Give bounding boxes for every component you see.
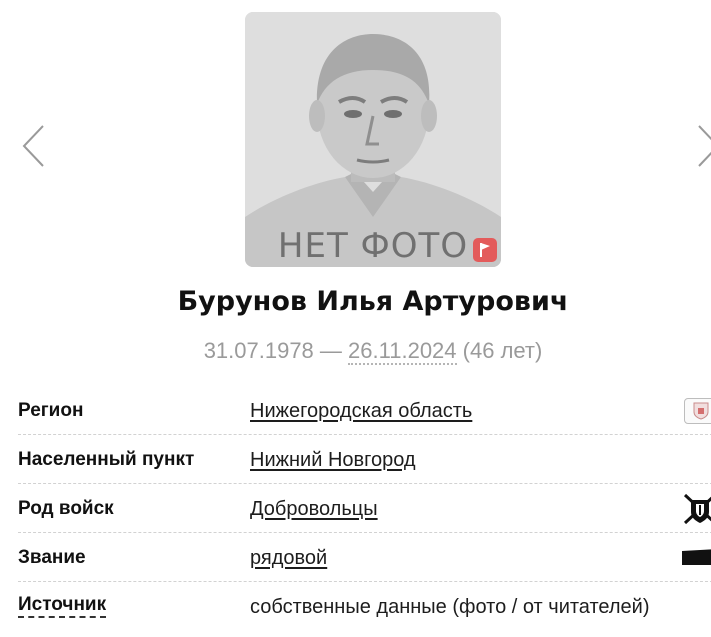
chevron-right-icon — [698, 125, 711, 167]
source-label[interactable]: Источник — [18, 594, 107, 618]
next-arrow-button[interactable] — [696, 124, 711, 168]
troops-row: Род войск Добровольцы — [18, 484, 711, 533]
life-dates: 31.07.1978 — 26.11.2024 (46 лет) — [0, 336, 711, 366]
region-row: Регион Нижегородская область — [18, 386, 711, 435]
date-separator: — — [319, 338, 342, 363]
rank-row: Звание рядовой — [18, 533, 711, 582]
age: (46 лет) — [462, 338, 543, 363]
volunteers-emblem-icon — [682, 492, 711, 526]
birth-date: 31.07.1978 — [203, 338, 314, 363]
settlement-row: Населенный пункт Нижний Новгород — [18, 435, 711, 484]
region-link[interactable]: Нижегородская область — [250, 398, 472, 424]
troops-link[interactable]: Добровольцы — [250, 496, 378, 522]
source-value: собственные данные (фото / от читателей) — [250, 596, 650, 618]
troops-label: Род войск — [18, 498, 114, 519]
region-label: Регион — [18, 400, 84, 421]
region-coat-of-arms-icon — [684, 398, 711, 424]
no-photo-caption: НЕТ ФОТО — [277, 226, 469, 266]
rank-insignia-icon — [682, 549, 711, 565]
chevron-left-icon — [22, 125, 44, 167]
rank-label: Звание — [18, 547, 86, 568]
details-table: Регион Нижегородская область Населенный … — [18, 386, 711, 630]
person-name: Бурунов Илья Артурович — [177, 286, 569, 317]
flag-icon — [480, 243, 490, 257]
report-button[interactable] — [473, 238, 497, 262]
settlement-link[interactable]: Нижний Новгород — [250, 447, 416, 473]
rank-link[interactable]: рядовой — [250, 545, 327, 571]
settlement-label: Населенный пункт — [18, 449, 195, 470]
source-row: Источник собственные данные (фото / от ч… — [18, 582, 711, 630]
death-date-link[interactable]: 26.11.2024 — [348, 338, 457, 365]
previous-arrow-button[interactable] — [22, 124, 46, 168]
person-photo[interactable]: НЕТ ФОТО — [245, 12, 501, 267]
